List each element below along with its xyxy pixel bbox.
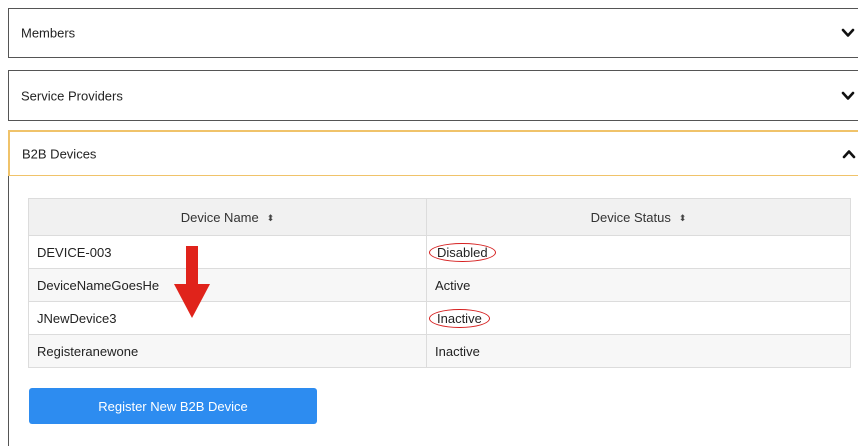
register-new-b2b-device-button[interactable]: Register New B2B Device [29, 388, 317, 424]
devices-table: Device Name ⬍ Device Status ⬍ DEVICE-003 D… [28, 198, 851, 368]
device-name-cell: Registeranewone [28, 334, 427, 368]
column-header-label: Device Status [590, 209, 671, 225]
status-annotation-circle: Inactive [429, 308, 490, 328]
chevron-down-icon[interactable] [841, 89, 855, 103]
device-status-cell: Inactive [426, 301, 851, 335]
b2b-devices-panel-title: B2B Devices [22, 146, 97, 161]
column-header-device-name[interactable]: Device Name ⬍ [28, 198, 427, 236]
service-providers-panel-title: Service Providers [21, 88, 123, 103]
table-row[interactable]: DeviceNameGoesHe Active [28, 268, 851, 302]
sort-icon[interactable]: ⬍ [267, 213, 275, 224]
device-status-cell: Active [426, 268, 851, 302]
b2b-devices-panel-header[interactable]: B2B Devices [8, 130, 858, 178]
table-row[interactable]: Registeranewone Inactive [28, 334, 851, 368]
table-header-row: Device Name ⬍ Device Status ⬍ [28, 198, 851, 236]
service-providers-panel-header[interactable]: Service Providers [8, 70, 858, 121]
table-row[interactable]: DEVICE-003 Disabled [28, 235, 851, 269]
table-row[interactable]: JNewDevice3 Inactive [28, 301, 851, 335]
column-header-device-status[interactable]: Device Status ⬍ [426, 198, 851, 236]
chevron-up-icon[interactable] [842, 147, 856, 161]
device-name-cell: DEVICE-003 [28, 235, 427, 269]
sort-icon[interactable]: ⬍ [679, 213, 687, 224]
status-annotation-circle: Disabled [429, 242, 496, 262]
device-name-cell: DeviceNameGoesHe [28, 268, 427, 302]
members-panel-header[interactable]: Members [8, 8, 858, 58]
device-status-cell: Disabled [426, 235, 851, 269]
device-status-cell: Inactive [426, 334, 851, 368]
column-header-label: Device Name [180, 209, 259, 225]
device-name-cell: JNewDevice3 [28, 301, 427, 335]
red-arrow-annotation-icon [174, 246, 210, 318]
chevron-down-icon[interactable] [841, 26, 855, 40]
members-panel-title: Members [21, 25, 76, 41]
